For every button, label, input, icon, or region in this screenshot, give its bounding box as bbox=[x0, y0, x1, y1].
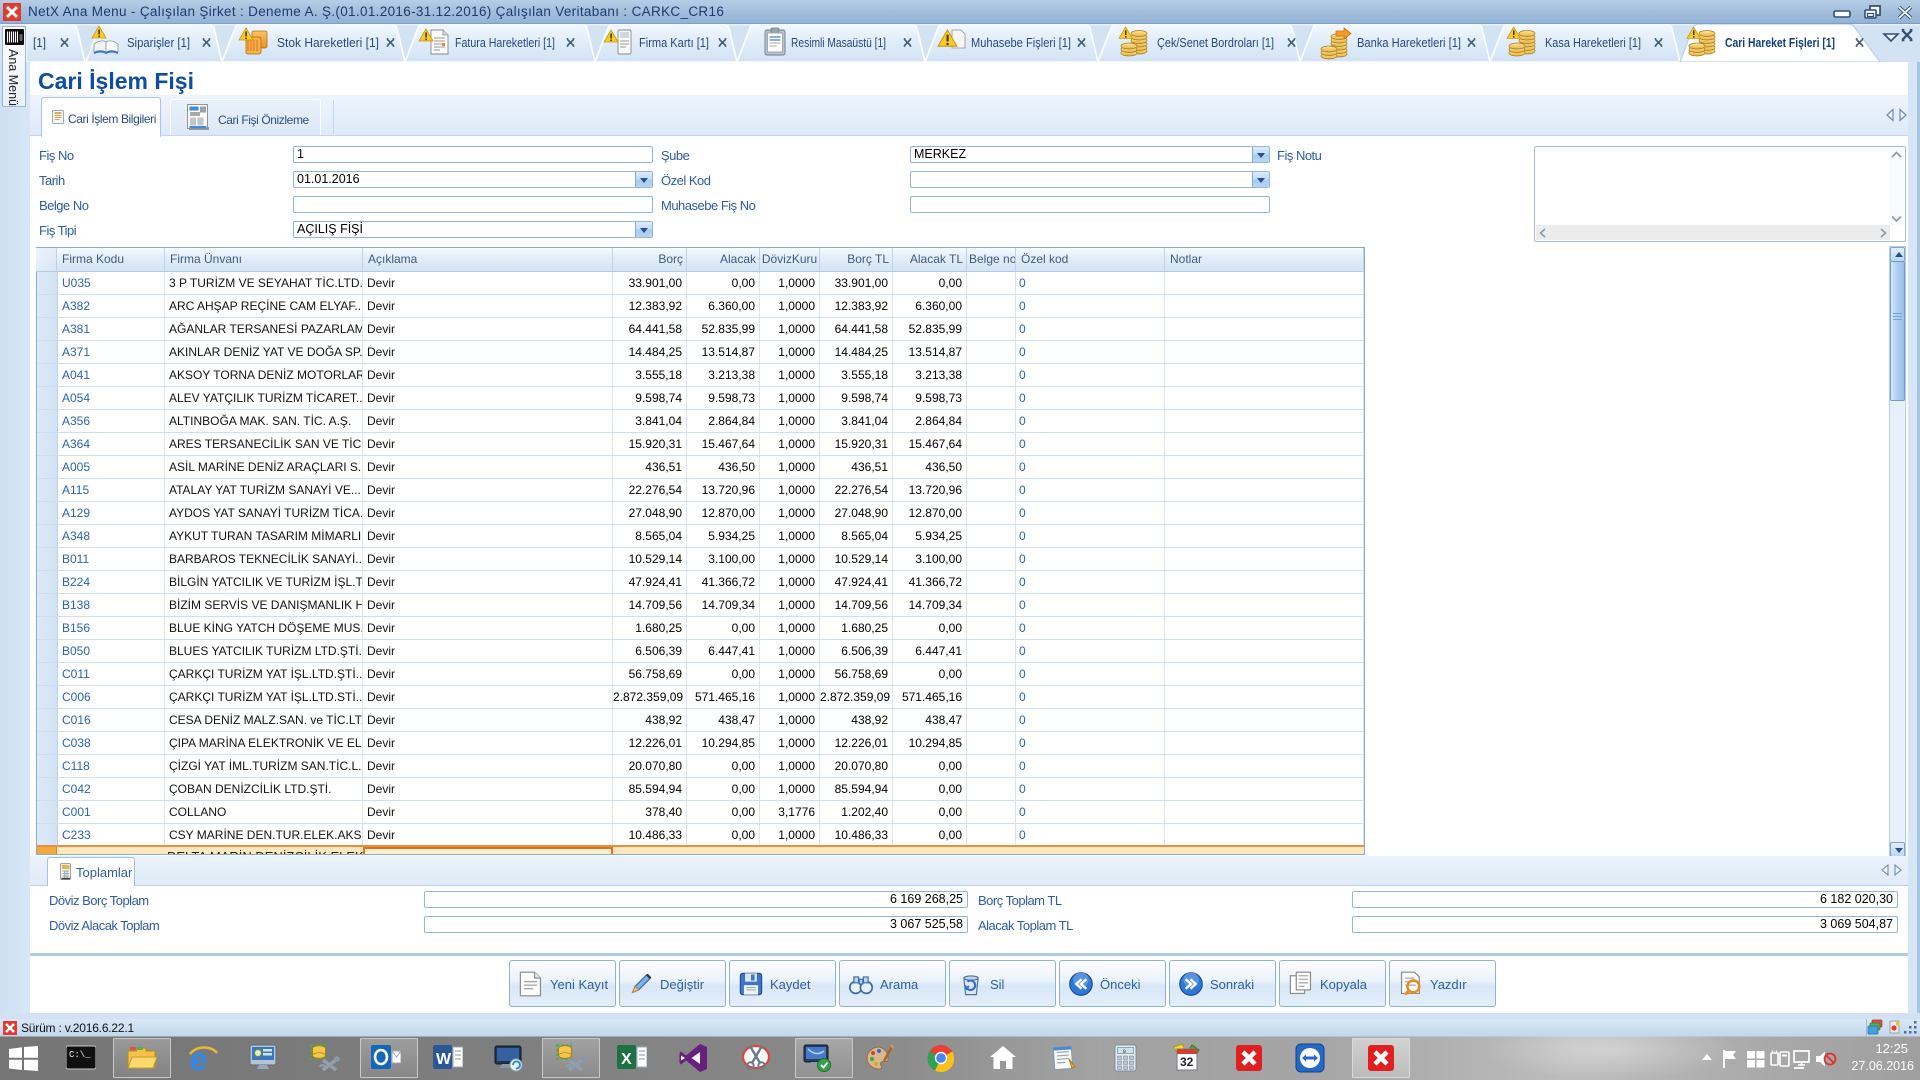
svg-text:Firma Kartı [1]: Firma Kartı [1] bbox=[639, 36, 709, 50]
svg-text:32: 32 bbox=[1180, 1055, 1194, 1069]
svg-text:Muhasebe Fişleri [1]: Muhasebe Fişleri [1] bbox=[971, 36, 1071, 50]
svg-text:0: 0 bbox=[1123, 1048, 1126, 1055]
svg-text:C:\_: C:\_ bbox=[69, 1050, 91, 1060]
svg-text:Siparişler [1]: Siparişler [1] bbox=[127, 36, 190, 50]
svg-text:Çek/Senet Bordroları [1]: Çek/Senet Bordroları [1] bbox=[1157, 36, 1274, 50]
svg-text:[1]: [1] bbox=[33, 36, 46, 50]
svg-text:Fatura Hareketleri [1]: Fatura Hareketleri [1] bbox=[455, 36, 555, 50]
svg-text:Cari Hareket Fişleri [1]: Cari Hareket Fişleri [1] bbox=[1725, 36, 1835, 50]
svg-text:Stok Hareketleri [1]: Stok Hareketleri [1] bbox=[277, 36, 379, 50]
svg-text:Kasa Hareketleri [1]: Kasa Hareketleri [1] bbox=[1545, 36, 1641, 50]
svg-text:W: W bbox=[436, 1051, 452, 1068]
svg-text:X: X bbox=[621, 1051, 632, 1068]
svg-text:Resimli Masaüstü [1]: Resimli Masaüstü [1] bbox=[791, 36, 886, 50]
svg-text:Banka Hareketleri [1]: Banka Hareketleri [1] bbox=[1357, 36, 1461, 50]
